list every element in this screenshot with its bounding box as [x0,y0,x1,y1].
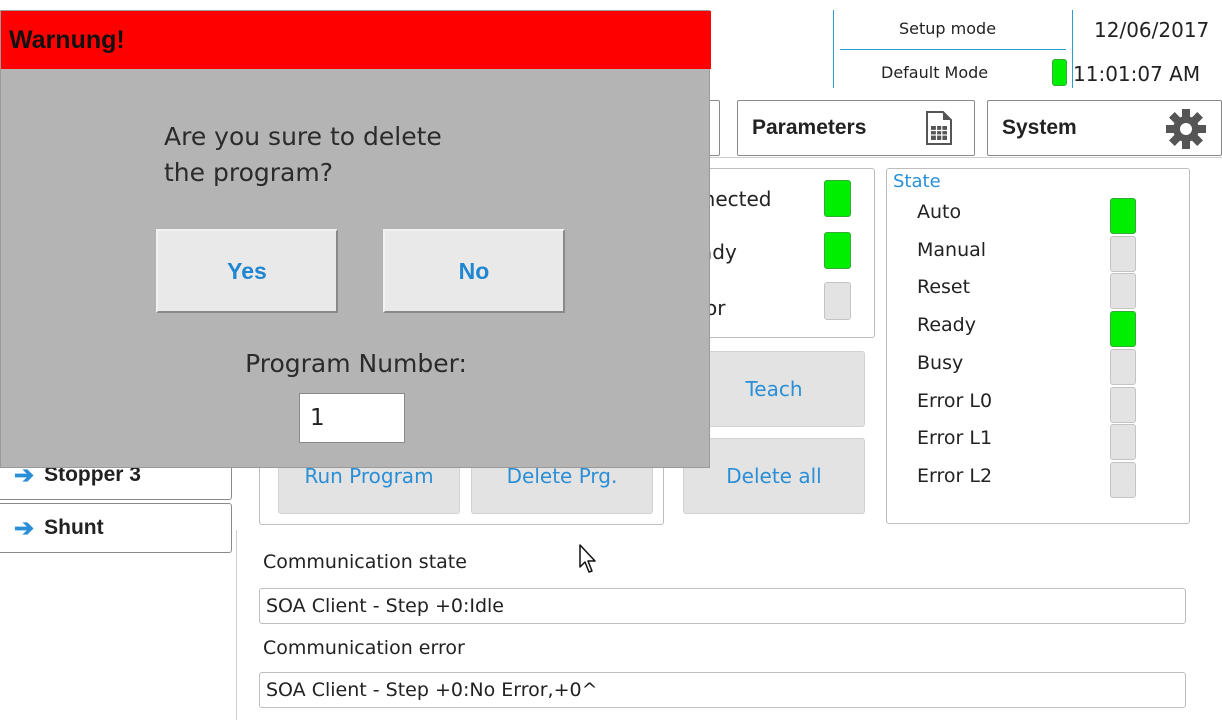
submode-label: Default Mode [881,63,989,82]
header-divider [840,49,1066,50]
state-item-label: Auto [917,201,962,223]
communication-error-field: SOA Client - Step +0:No Error,+0^ [259,672,1186,708]
yes-button[interactable]: Yes [156,229,338,313]
program-number-input[interactable]: 1 [299,393,405,443]
mode-led [1052,59,1067,86]
state-item-led [1110,348,1136,385]
communication-state-field: SOA Client - Step +0:Idle [259,588,1186,624]
state-item-label: Error L0 [917,389,993,412]
tab-system-label: System [1002,116,1077,139]
state-item-label: Ready [917,314,976,337]
communication-state-label: Communication state [263,551,467,573]
error-led [824,282,851,320]
tab-parameters-label: Parameters [752,116,867,139]
state-item-label: Error L2 [917,464,993,487]
sidebar-item-label: Shunt [44,516,104,539]
dialog-message: Are you sure to delete the program? [164,119,564,191]
state-item-led [1110,235,1136,272]
tab-system[interactable]: System [987,100,1222,156]
gear-icon [1166,109,1206,149]
header-divider [833,10,834,88]
state-title: State [893,171,941,192]
time-display: 11:01:07 AM [1073,62,1201,86]
mouse-cursor-icon [579,544,596,573]
dialog-message-line: Are you sure to delete [164,122,442,151]
state-item-led [1110,311,1136,348]
tab-parameters[interactable]: Parameters [737,100,975,156]
state-item-label: Manual [917,238,987,261]
state-item-led [1110,461,1136,498]
ready-led [824,232,851,269]
state-item-label: Busy [917,351,964,374]
state-item-led [1110,273,1136,310]
date-display: 12/06/2017 [1094,18,1210,42]
warning-dialog: Warnung! Are you sure to delete the prog… [0,10,711,468]
program-number-label: Program Number: [245,349,467,378]
state-item-led [1110,424,1136,461]
state-item-label: Error L1 [917,427,993,450]
spreadsheet-icon [926,111,952,145]
delete-all-button[interactable]: Delete all [683,438,865,514]
state-item-label: Reset [917,276,971,299]
communication-error-label: Communication error [263,637,465,659]
sidebar-item-shunt[interactable]: ➔ Shunt [0,503,232,553]
state-item-led [1110,198,1136,234]
state-item-led [1110,386,1136,423]
no-button[interactable]: No [383,229,565,313]
mode-label: Setup mode [899,19,997,38]
arrow-right-icon: ➔ [14,514,35,542]
dialog-title: Warnung! [1,11,711,69]
dialog-message-line: the program? [164,158,333,187]
connected-led [824,180,851,217]
content-divider [236,530,237,720]
